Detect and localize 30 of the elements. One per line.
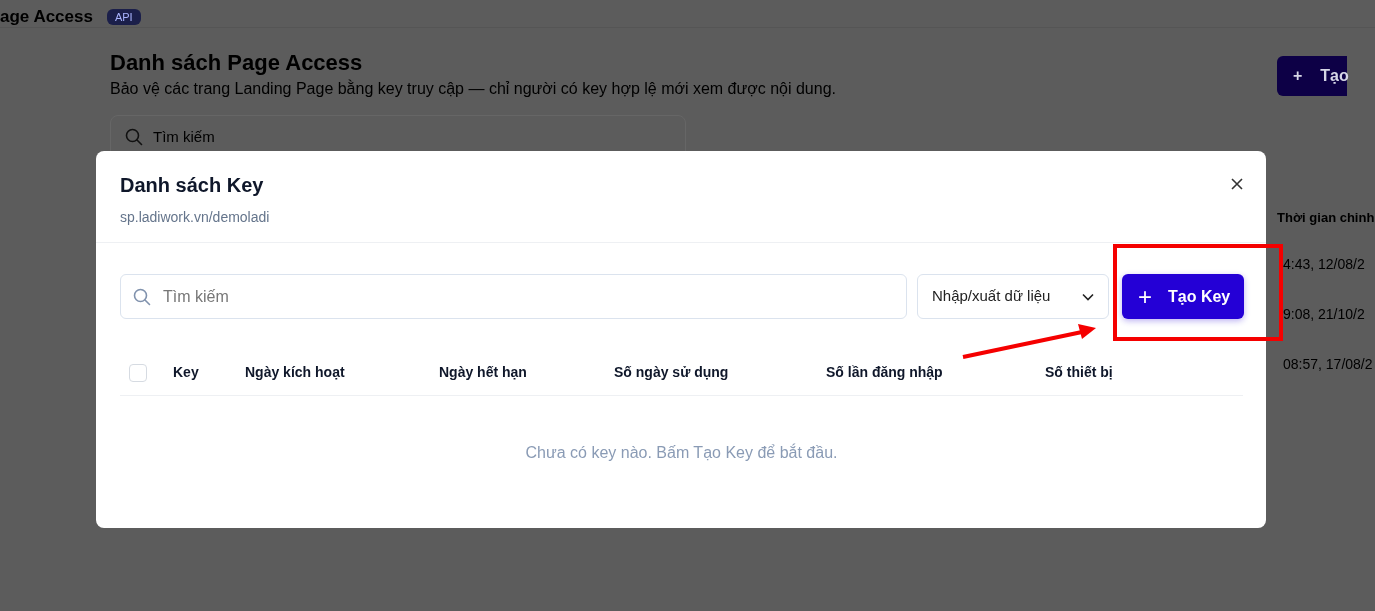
search-icon: [133, 287, 151, 306]
modal-title: Danh sách Key: [120, 173, 264, 197]
search-input[interactable]: Tìm kiếm: [161, 283, 906, 310]
column-header: Số lần đăng nhập: [826, 363, 944, 382]
table-cell-text: 9:08, 21/10/2: [1282, 304, 1365, 324]
import-export-dropdown[interactable]: Nhập/xuất dữ liệu: [917, 274, 1109, 319]
chevron-down-icon: [1082, 292, 1094, 301]
page-description: Bảo vệ các trang Landing Page bằng key truy cập — chỉ người có key hợp lệ mới xem được nội dung.: [110, 78, 836, 100]
column-header: Ngày kích hoạt: [245, 363, 346, 382]
close-icon: [1230, 176, 1244, 191]
table-cell-text: 08:57, 17/08/2: [1282, 354, 1373, 374]
search-placeholder: Tìm kiếm: [153, 126, 215, 147]
plus-icon: +: [1293, 64, 1303, 88]
plus-icon: +: [1138, 284, 1152, 309]
search-icon: [125, 127, 143, 146]
page-heading: Danh sách Page Access: [110, 50, 364, 77]
empty-state-message: Chưa có key nào. Bấm Tạo Key để bắt đầu.: [524, 442, 839, 463]
column-header: Số thiết bị: [1045, 363, 1114, 382]
create-button[interactable]: + Tạo: [1277, 56, 1347, 96]
search-field[interactable]: Tìm kiếm: [120, 274, 907, 319]
page-url: sp.ladiwork.vn/demoladi: [120, 208, 271, 227]
page-title: age Access: [0, 8, 93, 25]
column-header: Số ngày sử dụng: [614, 363, 730, 382]
create-key-button[interactable]: + Tạo Key: [1122, 274, 1244, 319]
column-header: Thời gian chinh: [1277, 209, 1375, 227]
select-all-checkbox[interactable]: [129, 363, 147, 382]
table-cell-text: 4:43, 12/08/2: [1282, 254, 1365, 274]
api-badge: API: [106, 8, 141, 25]
column-header: Ngày hết hạn: [439, 363, 528, 382]
column-header: Key: [173, 363, 200, 382]
